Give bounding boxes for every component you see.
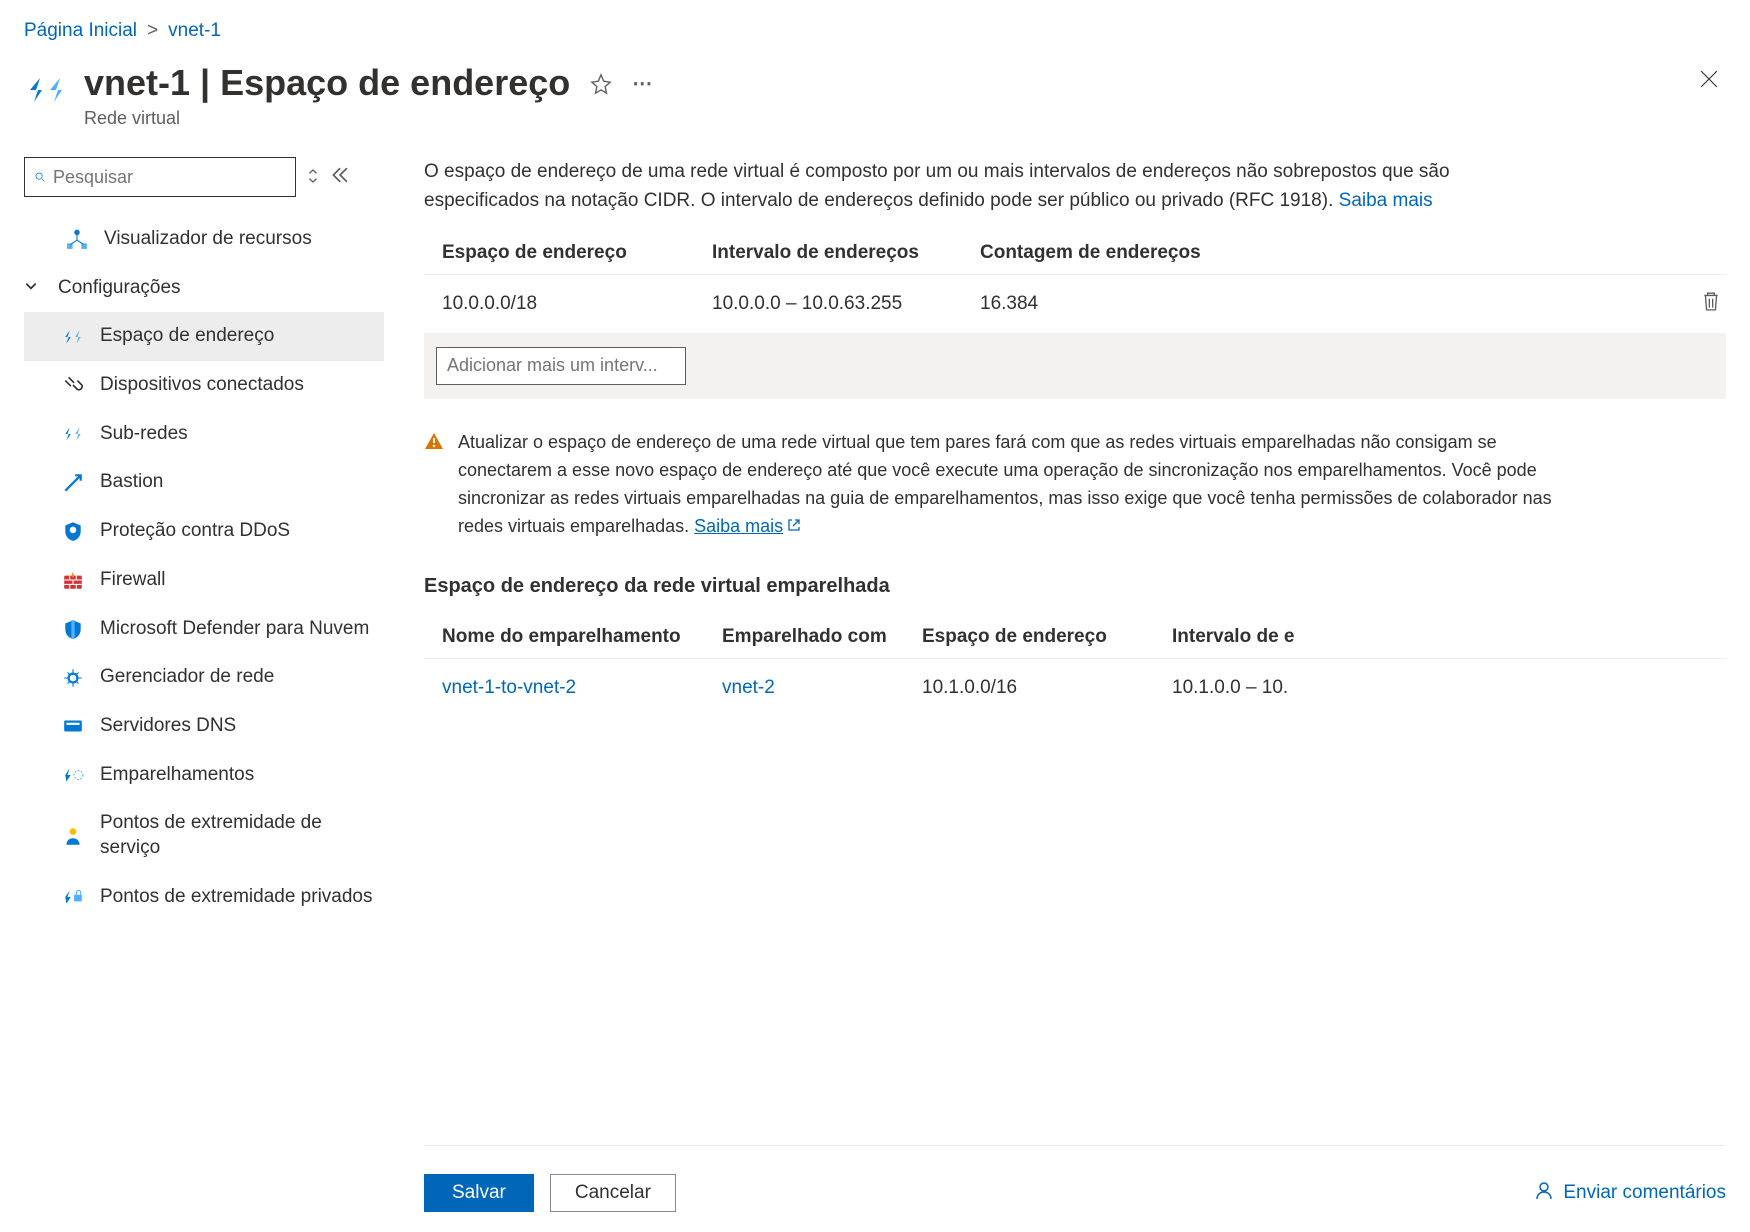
breadcrumb-separator: >: [147, 20, 158, 42]
peering-name-link[interactable]: vnet-1-to-vnet-2: [442, 677, 576, 698]
delete-row-icon[interactable]: [1678, 291, 1726, 317]
bastion-icon: [62, 472, 84, 494]
breadcrumb-home[interactable]: Página Inicial: [24, 20, 137, 42]
sidebar-item-private-endpoints[interactable]: Pontos de extremidade privados: [24, 873, 384, 922]
address-row: 10.0.0.0/18 10.0.0.0 – 10.0.63.255 16.38…: [424, 275, 1726, 333]
peerings-icon: [62, 764, 84, 786]
sidebar-item-dns[interactable]: Servidores DNS: [24, 702, 384, 751]
firewall-icon: [62, 569, 84, 591]
topology-icon: [66, 228, 88, 250]
feedback-link[interactable]: Enviar comentários: [1533, 1179, 1726, 1207]
col-header-space: Espaço de endereço: [424, 242, 694, 264]
plug-icon: [62, 374, 84, 396]
sidebar-item-bastion[interactable]: Bastion: [24, 458, 384, 507]
sidebar-item-resource-visualizer[interactable]: Visualizador de recursos: [24, 215, 384, 264]
vnet-icon: [24, 68, 68, 112]
peer-col-with: Emparelhado com: [704, 626, 904, 648]
close-icon[interactable]: [1692, 62, 1726, 101]
peer-row: vnet-1-to-vnet-2 vnet-2 10.1.0.0/16 10.1…: [424, 659, 1726, 717]
page-subtitle: Rede virtual: [84, 108, 1676, 129]
feedback-icon: [1533, 1179, 1555, 1207]
sidebar-item-address-space[interactable]: Espaço de endereço: [24, 312, 384, 361]
more-options-icon[interactable]: ⋯: [632, 71, 654, 96]
page-title: vnet-1 | Espaço de endereço: [84, 62, 570, 104]
warning-panel: Atualizar o espaço de endereço de uma re…: [424, 429, 1564, 541]
sidebar-item-peerings[interactable]: Emparelhamentos: [24, 751, 384, 800]
footer-bar: Salvar Cancelar Enviar comentários: [424, 1145, 1726, 1232]
warning-learn-more-link[interactable]: Saiba mais: [694, 516, 783, 536]
peered-table: Nome do emparelhamento Emparelhado com E…: [424, 616, 1726, 717]
warning-icon: [424, 429, 444, 541]
vnet-small-icon: [62, 423, 84, 445]
add-address-input[interactable]: [436, 347, 686, 385]
external-link-icon: [787, 513, 801, 541]
peer-col-space: Espaço de endereço: [904, 626, 1154, 648]
sidebar-item-network-manager[interactable]: Gerenciador de rede: [24, 653, 384, 702]
collapse-sidebar-icon[interactable]: [330, 166, 348, 189]
cancel-button[interactable]: Cancelar: [550, 1174, 676, 1212]
search-field[interactable]: [53, 167, 285, 188]
sidebar-item-service-endpoints[interactable]: Pontos de extremidade de serviço: [24, 799, 384, 872]
sidebar-item-subnets[interactable]: Sub-redes: [24, 410, 384, 459]
sidebar-section-settings[interactable]: Configurações: [24, 264, 384, 313]
col-header-count: Contagem de endereços: [962, 242, 1678, 264]
private-endpoint-icon: [62, 886, 84, 908]
address-space-table: Espaço de endereço Intervalo de endereço…: [424, 232, 1726, 399]
favorite-star-icon[interactable]: [590, 62, 612, 104]
shield-icon: [62, 520, 84, 542]
gear-network-icon: [62, 667, 84, 689]
peered-section-title: Espaço de endereço da rede virtual empar…: [424, 575, 1726, 598]
sort-icon[interactable]: [306, 167, 320, 188]
endpoint-icon: [62, 825, 84, 847]
add-address-row: [424, 333, 1726, 399]
defender-icon: [62, 618, 84, 640]
sidebar-item-firewall[interactable]: Firewall: [24, 556, 384, 605]
peer-col-name: Nome do emparelhamento: [424, 626, 704, 648]
chevron-down-icon: [24, 277, 42, 299]
description-text: O espaço de endereço de uma rede virtual…: [424, 157, 1564, 216]
search-input[interactable]: [24, 157, 296, 197]
save-button[interactable]: Salvar: [424, 1174, 534, 1212]
learn-more-link[interactable]: Saiba mais: [1339, 190, 1433, 211]
dns-icon: [62, 715, 84, 737]
breadcrumb-current[interactable]: vnet-1: [168, 20, 221, 42]
breadcrumb: Página Inicial > vnet-1: [24, 20, 1726, 42]
peer-col-range: Intervalo de e: [1154, 626, 1334, 648]
col-header-range: Intervalo de endereços: [694, 242, 962, 264]
sidebar-item-connected-devices[interactable]: Dispositivos conectados: [24, 361, 384, 410]
vnet-small-icon: [62, 326, 84, 348]
peered-vnet-link[interactable]: vnet-2: [722, 677, 775, 698]
sidebar-item-defender[interactable]: Microsoft Defender para Nuvem: [24, 605, 384, 654]
sidebar-item-ddos[interactable]: Proteção contra DDoS: [24, 507, 384, 556]
